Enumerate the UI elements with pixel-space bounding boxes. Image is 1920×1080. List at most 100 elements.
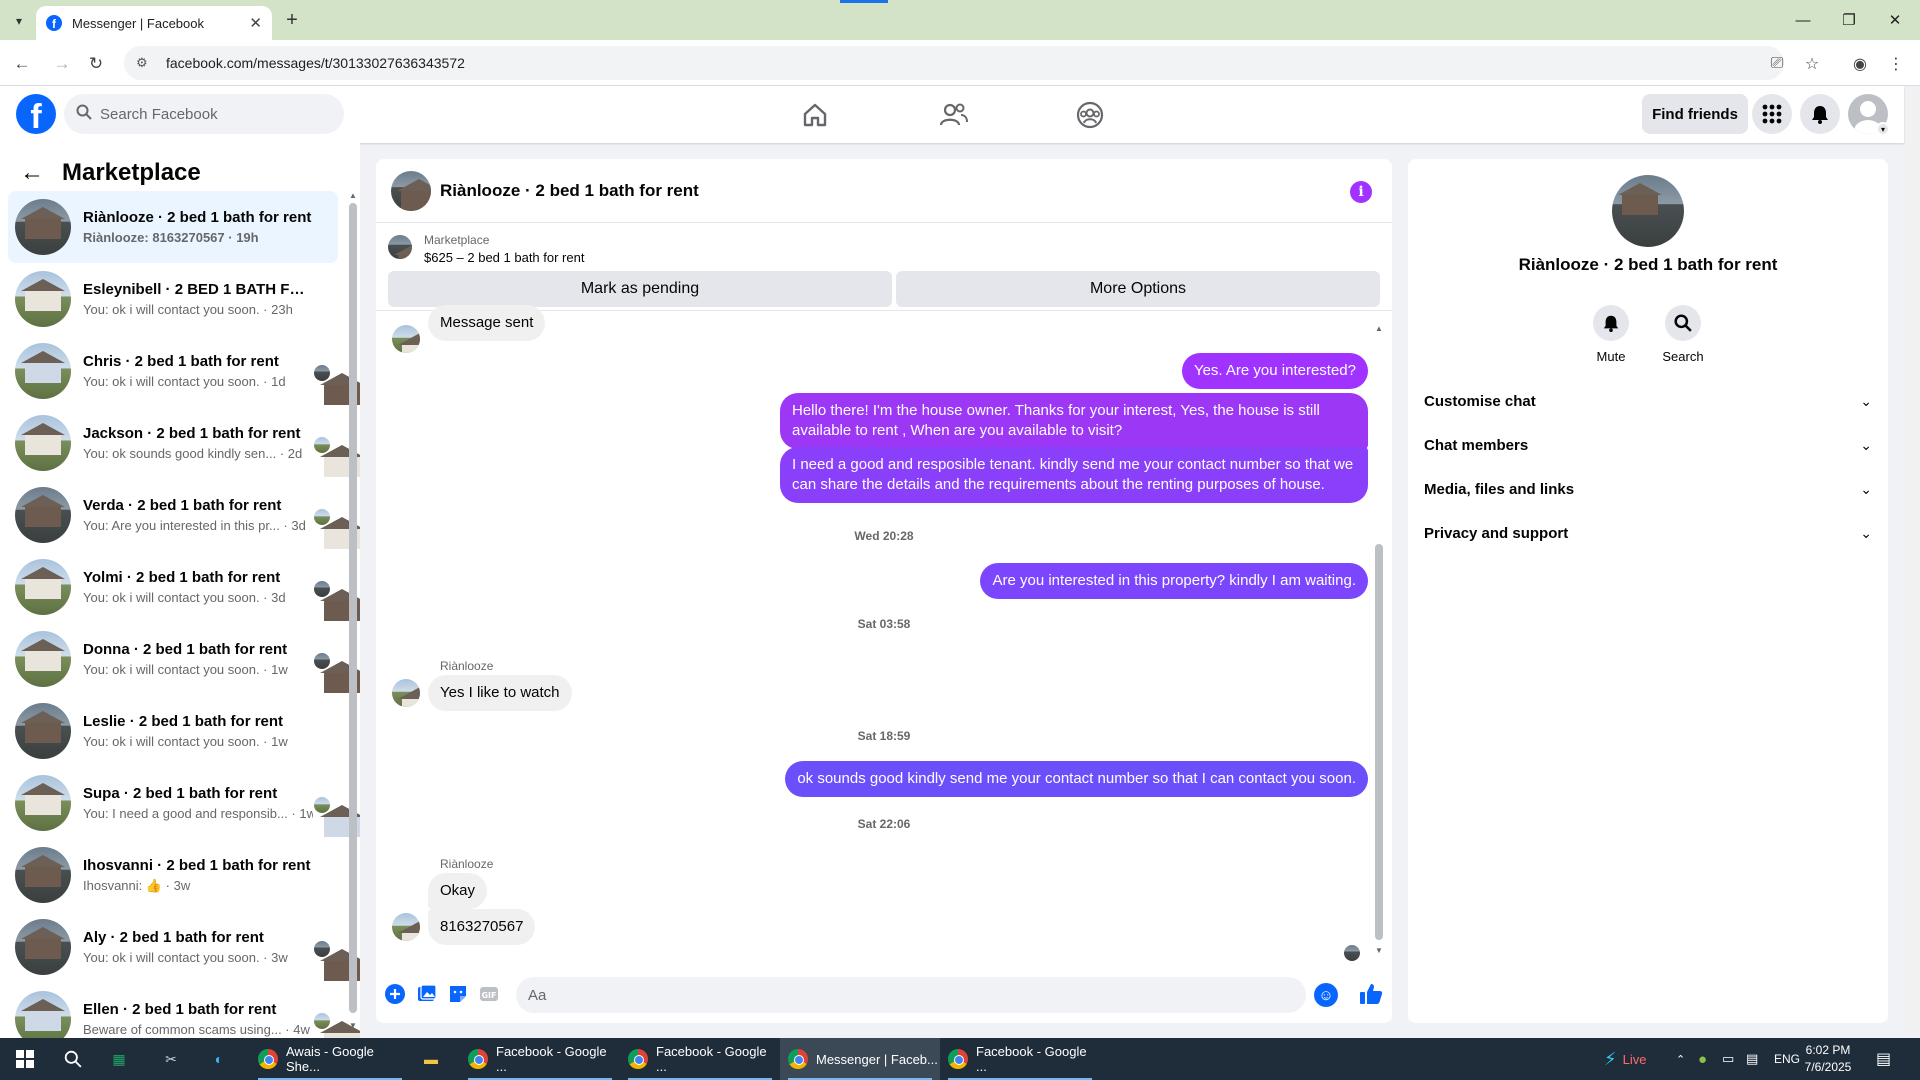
- friends-icon[interactable]: [934, 98, 974, 132]
- like-thumb-icon[interactable]: [1358, 981, 1384, 1007]
- taskbar-search-icon[interactable]: [60, 1046, 86, 1072]
- restore-icon[interactable]: ❐: [1834, 8, 1864, 32]
- tab-close-icon[interactable]: ✕: [249, 14, 262, 32]
- message-bubble[interactable]: Hello there! I'm the house owner. Thanks…: [780, 393, 1368, 449]
- snipping-tool-icon[interactable]: ✂: [158, 1046, 184, 1072]
- conversation-item[interactable]: Ellen · 2 bed 1 bath for rent Beware of …: [8, 983, 360, 1038]
- home-icon[interactable]: [795, 98, 835, 132]
- find-friends-button[interactable]: Find friends: [1642, 94, 1748, 134]
- taskbar-app-messenger[interactable]: Messenger | Faceb...: [780, 1038, 940, 1080]
- groups-icon[interactable]: [1070, 98, 1110, 132]
- gif-icon[interactable]: GIF: [478, 983, 500, 1005]
- chat-members-section[interactable]: Chat members ⌄: [1424, 423, 1880, 467]
- conversation-item[interactable]: Verda · 2 bed 1 bath for rent You: Are y…: [8, 479, 360, 551]
- back-arrow-icon[interactable]: ←: [20, 159, 44, 187]
- taskbar-app-facebook-1[interactable]: Facebook - Google ...: [460, 1038, 620, 1080]
- conversation-item[interactable]: Yolmi · 2 bed 1 bath for rent You: ok i …: [8, 551, 360, 623]
- omnibox[interactable]: ⚙ facebook.com/messages/t/30133027636343…: [124, 46, 1784, 80]
- scroll-up-icon[interactable]: ▲: [1375, 324, 1383, 333]
- install-app-icon[interactable]: ⎚: [1765, 52, 1789, 76]
- search-input[interactable]: [100, 105, 320, 123]
- live-widget[interactable]: ⚡ Live: [1604, 1038, 1647, 1080]
- search-action[interactable]: Search: [1653, 305, 1713, 364]
- profile-icon[interactable]: ◉: [1848, 52, 1872, 76]
- back-arrow-icon[interactable]: ←: [10, 52, 34, 76]
- message-bubble[interactable]: Yes I like to watch: [428, 675, 572, 711]
- tray-monitor-icon[interactable]: ▭: [1722, 1038, 1734, 1080]
- edge-browser-icon[interactable]: ◐: [206, 1046, 232, 1072]
- browser-tab-messenger[interactable]: f Messenger | Facebook ✕: [36, 6, 272, 40]
- privacy-support-section[interactable]: Privacy and support ⌄: [1424, 511, 1880, 555]
- taskbar-app-facebook-2[interactable]: Facebook - Google ...: [620, 1038, 780, 1080]
- account-caret-icon[interactable]: ▾: [1876, 122, 1890, 136]
- profile-avatar[interactable]: [1612, 175, 1684, 247]
- mute-action[interactable]: Mute: [1581, 305, 1641, 364]
- message-bubble[interactable]: Okay: [428, 873, 488, 909]
- conversation-item[interactable]: Ihosvanni · 2 bed 1 bath for rent Ihosva…: [8, 839, 338, 911]
- chat-scrollbar[interactable]: ▲ ▼: [1375, 324, 1383, 955]
- message-bubble[interactable]: 8163270567: [428, 909, 536, 945]
- site-info-icon[interactable]: ⚙: [136, 55, 154, 71]
- conversation-item[interactable]: Leslie · 2 bed 1 bath for rent You: ok i…: [8, 695, 338, 767]
- emoji-icon[interactable]: ☺: [1314, 983, 1338, 1007]
- windows-start-icon[interactable]: [12, 1046, 38, 1072]
- conversation-item[interactable]: Aly · 2 bed 1 bath for rent You: ok i wi…: [8, 911, 360, 983]
- add-plus-icon[interactable]: [384, 983, 406, 1005]
- new-tab-plus-icon[interactable]: +: [280, 8, 304, 32]
- photo-icon[interactable]: [416, 983, 438, 1005]
- facebook-search[interactable]: [64, 94, 344, 134]
- page-scrollbar[interactable]: [1906, 90, 1918, 1035]
- listing-thumbnail[interactable]: [388, 235, 412, 259]
- message-bubble[interactable]: I need a good and resposible tenant. kin…: [780, 447, 1368, 503]
- scroll-down-icon[interactable]: ▼: [1375, 946, 1383, 955]
- message-bubble[interactable]: Yes. Are you interested?: [1181, 353, 1368, 389]
- browser-menu-icon[interactable]: ⋮: [1884, 52, 1908, 76]
- file-explorer-icon[interactable]: ▬: [418, 1046, 444, 1072]
- conversation-item[interactable]: Donna · 2 bed 1 bath for rent You: ok i …: [8, 623, 360, 695]
- tab-search-chevron-icon[interactable]: ▾: [8, 10, 30, 32]
- info-icon[interactable]: i: [1350, 181, 1372, 203]
- sheets-app-icon[interactable]: ▦: [106, 1046, 132, 1072]
- sticker-icon[interactable]: [447, 983, 469, 1005]
- network-icon[interactable]: ▤: [1746, 1038, 1758, 1080]
- chevron-down-icon: ⌄: [1860, 524, 1872, 541]
- notifications-bell-icon[interactable]: [1800, 94, 1840, 134]
- listing-price[interactable]: $625 – 2 bed 1 bath for rent: [424, 250, 584, 265]
- taskbar-app-sheets[interactable]: Awais - Google She...: [250, 1038, 410, 1080]
- chat-title[interactable]: Riànlooze · 2 bed 1 bath for rent: [440, 181, 699, 201]
- message-input[interactable]: [516, 977, 1306, 1013]
- more-options-button[interactable]: More Options: [896, 271, 1380, 307]
- system-clock[interactable]: 6:02 PM 7/6/2025: [1788, 1042, 1868, 1076]
- sidebar-scrollbar[interactable]: ▲ ▼: [349, 191, 357, 1031]
- menu-grid-icon[interactable]: [1752, 94, 1792, 134]
- window-close-icon[interactable]: ✕: [1880, 8, 1910, 32]
- tray-app-icon[interactable]: ●: [1698, 1038, 1707, 1080]
- taskbar-app-facebook-3[interactable]: Facebook - Google ...: [940, 1038, 1100, 1080]
- conversation-item[interactable]: Chris · 2 bed 1 bath for rent You: ok i …: [8, 335, 360, 407]
- mark-as-pending-button[interactable]: Mark as pending: [388, 271, 892, 307]
- reload-icon[interactable]: ↻: [84, 52, 108, 76]
- scroll-down-icon[interactable]: ▼: [349, 1021, 357, 1030]
- search-icon[interactable]: [1665, 305, 1701, 341]
- chat-scroll-thumb[interactable]: [1375, 544, 1383, 940]
- mute-bell-icon[interactable]: [1593, 305, 1629, 341]
- conversation-item[interactable]: Riànlooze · 2 bed 1 bath for rent Riànlo…: [8, 191, 338, 263]
- media-files-links-section[interactable]: Media, files and links ⌄: [1424, 467, 1880, 511]
- conversation-item[interactable]: Esleynibell · 2 BED 1 BATH FOR R... You:…: [8, 263, 338, 335]
- chat-avatar[interactable]: [391, 171, 431, 211]
- scroll-up-icon[interactable]: ▲: [349, 191, 357, 200]
- minimize-icon[interactable]: —: [1788, 8, 1818, 32]
- bookmark-star-icon[interactable]: ☆: [1800, 52, 1824, 76]
- message-bubble[interactable]: Are you interested in this property? kin…: [980, 563, 1368, 599]
- facebook-logo-icon[interactable]: f: [16, 94, 56, 134]
- read-receipt-avatar: [314, 509, 360, 549]
- sidebar-scroll-thumb[interactable]: [349, 203, 357, 1013]
- forward-arrow-icon[interactable]: →: [50, 52, 74, 76]
- message-bubble[interactable]: ok sounds good kindly send me your conta…: [785, 761, 1368, 797]
- notification-center-icon[interactable]: ▤: [1876, 1038, 1891, 1080]
- conversation-item[interactable]: Jackson · 2 bed 1 bath for rent You: ok …: [8, 407, 360, 479]
- customise-chat-section[interactable]: Customise chat ⌄: [1424, 379, 1880, 423]
- message-bubble[interactable]: Message sent: [428, 305, 546, 341]
- show-hidden-icons-chevron-icon[interactable]: ⌃: [1676, 1038, 1685, 1080]
- conversation-item[interactable]: Supa · 2 bed 1 bath for rent You: I need…: [8, 767, 360, 839]
